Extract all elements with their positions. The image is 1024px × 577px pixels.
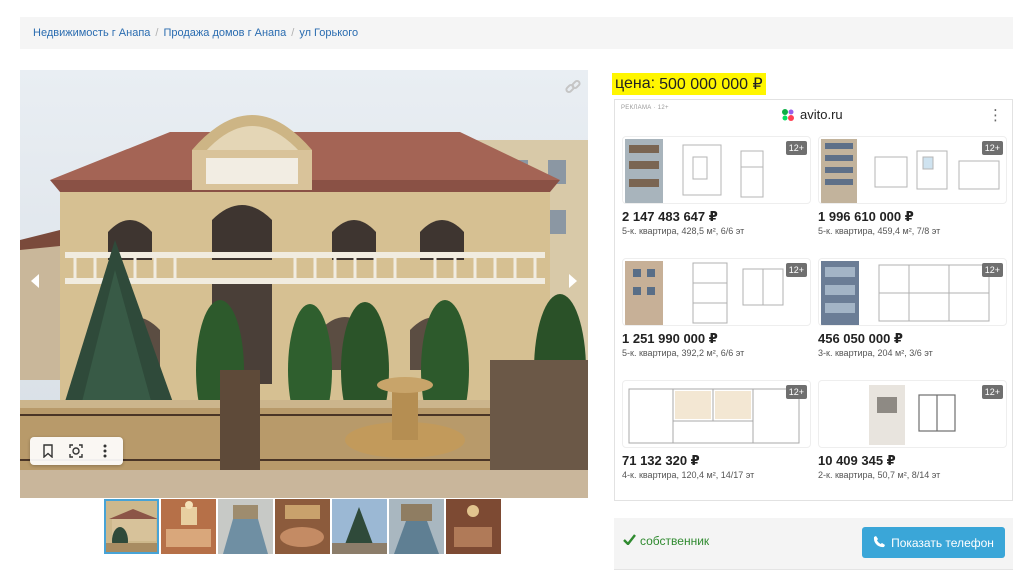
more-options-icon[interactable] — [94, 440, 116, 462]
breadcrumb: Недвижимость г Анапа / Продажа домов г А… — [20, 17, 1013, 49]
ad-card-desc: 5-к. квартира, 459,4 м², 7/8 эт — [818, 226, 941, 236]
thumbnail-4[interactable] — [275, 499, 330, 554]
price-value: 500 000 000 ₽ — [659, 76, 763, 93]
age-badge: 12+ — [981, 263, 1003, 277]
ad-card-image: 12+ — [622, 258, 811, 326]
photo-gallery[interactable] — [20, 70, 588, 498]
ad-block: РЕКЛАМА · 12+ avito.ru ⋮ 12+ 2 147 483 6… — [614, 99, 1013, 501]
ad-card[interactable]: 12+ 2 147 483 647 ₽ 5-к. квартира, 428,5… — [622, 136, 811, 236]
breadcrumb-link-realty[interactable]: Недвижимость г Анапа — [33, 27, 150, 39]
ad-brand-name: avito.ru — [800, 107, 843, 122]
ad-card[interactable]: 12+ 456 050 000 ₽ 3-к. квартира, 204 м²,… — [818, 258, 1007, 358]
checkmark-icon — [623, 534, 636, 548]
price-label: цена: — [615, 75, 656, 92]
ad-card-price: 456 050 000 ₽ — [818, 331, 903, 346]
thumbnail-1[interactable] — [104, 499, 159, 554]
vertical-dots-icon[interactable]: ⋮ — [988, 106, 1003, 124]
ad-card-desc: 2-к. квартира, 50,7 м², 8/14 эт — [818, 470, 941, 480]
ad-card-image: 12+ — [818, 380, 1007, 448]
show-phone-label: Показать телефон — [891, 535, 994, 550]
show-phone-button[interactable]: Показать телефон — [862, 527, 1005, 558]
thumbnail-7[interactable] — [446, 499, 501, 554]
previous-photo-arrow-icon[interactable] — [24, 266, 46, 296]
ad-card-image: 12+ — [622, 136, 811, 204]
ad-card-image: 12+ — [818, 136, 1007, 204]
thumbnail-2[interactable] — [161, 499, 216, 554]
phone-icon — [873, 535, 886, 551]
age-badge: 12+ — [785, 141, 807, 155]
main-photo — [20, 70, 588, 498]
age-badge: 12+ — [785, 263, 807, 277]
ad-card-desc: 5-к. квартира, 392,2 м², 6/6 эт — [622, 348, 745, 358]
ad-card-price: 71 132 320 ₽ — [622, 453, 700, 468]
ad-card-image: 12+ — [818, 258, 1007, 326]
ad-card[interactable]: 12+ 1 251 990 000 ₽ 5-к. квартира, 392,2… — [622, 258, 811, 358]
age-badge: 12+ — [981, 385, 1003, 399]
ad-card[interactable]: 12+ 1 996 610 000 ₽ 5-к. квартира, 459,4… — [818, 136, 1007, 236]
ad-card[interactable]: 12+ 71 132 320 ₽ 4-к. квартира, 120,4 м²… — [622, 380, 811, 480]
thumbnail-strip — [104, 499, 501, 555]
avito-logo-icon — [782, 108, 794, 121]
ad-card-image: 12+ — [622, 380, 811, 448]
thumbnail-6[interactable] — [389, 499, 444, 554]
lens-search-icon[interactable] — [65, 440, 87, 462]
thumbnail-3[interactable] — [218, 499, 273, 554]
price-highlight: цена: 500 000 000 ₽ — [612, 73, 766, 95]
thumbnail-5[interactable] — [332, 499, 387, 554]
ad-card-price: 10 409 345 ₽ — [818, 453, 896, 468]
breadcrumb-separator: / — [291, 27, 295, 39]
breadcrumb-separator: / — [155, 27, 159, 39]
owner-label: собственник — [640, 534, 710, 548]
contact-bar: собственник Показать телефон — [614, 518, 1013, 570]
age-badge: 12+ — [981, 141, 1003, 155]
ad-card-desc: 4-к. квартира, 120,4 м², 14/17 эт — [622, 470, 755, 480]
ad-card-price: 1 996 610 000 ₽ — [818, 209, 914, 224]
bookmark-icon[interactable] — [37, 440, 59, 462]
ad-card-desc: 5-к. квартира, 428,5 м², 6/6 эт — [622, 226, 745, 236]
ad-card[interactable]: 12+ 10 409 345 ₽ 2-к. квартира, 50,7 м²,… — [818, 380, 1007, 480]
owner-status: собственник — [623, 534, 709, 548]
ad-card-price: 1 251 990 000 ₽ — [622, 331, 718, 346]
ad-brand[interactable]: avito.ru — [781, 107, 843, 122]
breadcrumb-link-houses[interactable]: Продажа домов г Анапа — [163, 27, 286, 39]
ad-card-desc: 3-к. квартира, 204 м², 3/6 эт — [818, 348, 933, 358]
share-link-icon[interactable] — [564, 78, 582, 96]
age-badge: 12+ — [785, 385, 807, 399]
ad-label: РЕКЛАМА · 12+ — [621, 105, 669, 111]
ad-card-price: 2 147 483 647 ₽ — [622, 209, 718, 224]
breadcrumb-link-street[interactable]: ул Горького — [299, 27, 358, 39]
next-photo-arrow-icon[interactable] — [562, 266, 584, 296]
photo-toolbar — [30, 437, 123, 465]
